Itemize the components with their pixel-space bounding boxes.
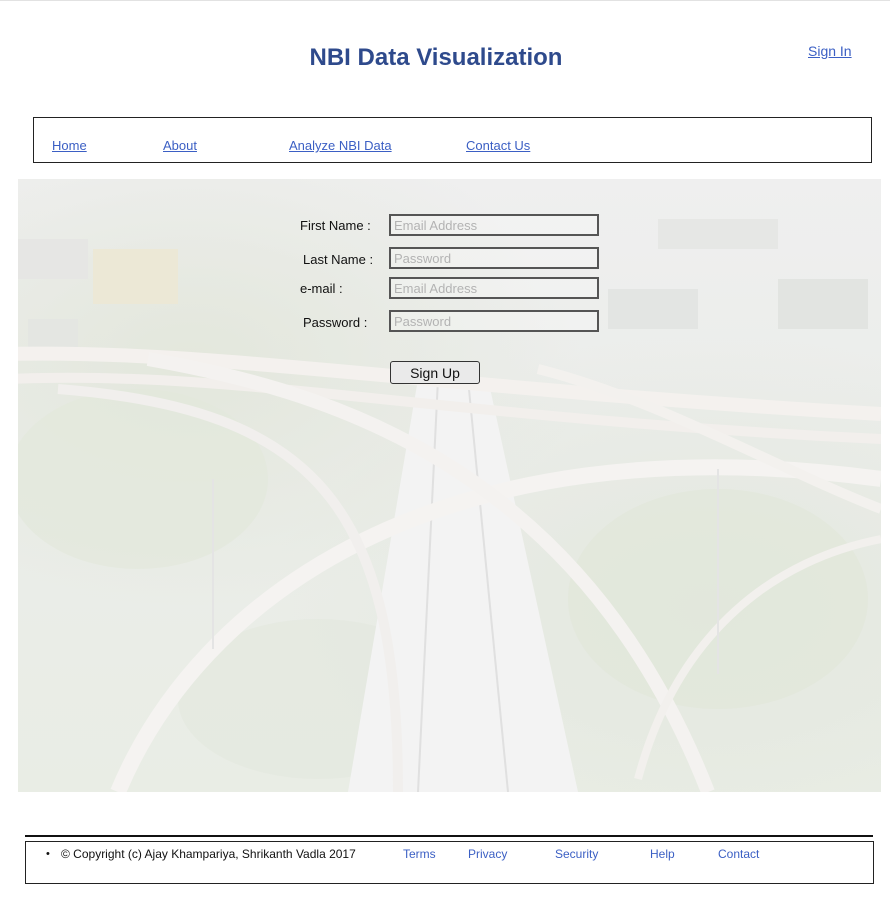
- nav-item-about[interactable]: About: [163, 138, 197, 153]
- last-name-label: Last Name :: [303, 252, 374, 267]
- first-name-input[interactable]: [389, 214, 599, 236]
- nav-item-analyze-nbi-data[interactable]: Analyze NBI Data: [289, 138, 392, 153]
- last-name-input[interactable]: [389, 247, 599, 269]
- sign-in-link[interactable]: Sign In: [808, 43, 852, 59]
- footer-link-help[interactable]: Help: [650, 847, 675, 861]
- nav-item-contact-us[interactable]: Contact Us: [466, 138, 530, 153]
- email-label: e-mail :: [300, 281, 343, 296]
- footer-link-security[interactable]: Security: [555, 847, 598, 861]
- email-input[interactable]: [389, 277, 599, 299]
- hero-background-image: First Name : Last Name : e-mail : Passwo…: [18, 179, 881, 792]
- page-title: NBI Data Visualization: [309, 44, 563, 71]
- first-name-label: First Name :: [300, 218, 371, 233]
- nav-item-home[interactable]: Home: [52, 138, 87, 153]
- footer-link-terms[interactable]: Terms: [403, 847, 436, 861]
- footer: • © Copyright (c) Ajay Khampariya, Shrik…: [25, 841, 874, 884]
- highway-interchange-illustration: [18, 219, 881, 792]
- password-input[interactable]: [389, 310, 599, 332]
- main-nav: Home About Analyze NBI Data Contact Us: [33, 117, 872, 163]
- footer-link-privacy[interactable]: Privacy: [468, 847, 507, 861]
- copyright-text: © Copyright (c) Ajay Khampariya, Shrikan…: [61, 847, 356, 861]
- sign-up-button[interactable]: Sign Up: [390, 361, 480, 384]
- list-bullet: •: [46, 848, 50, 860]
- footer-link-contact[interactable]: Contact: [718, 847, 759, 861]
- footer-divider: [25, 835, 873, 837]
- top-divider: [0, 0, 890, 1]
- password-label: Password :: [303, 315, 368, 330]
